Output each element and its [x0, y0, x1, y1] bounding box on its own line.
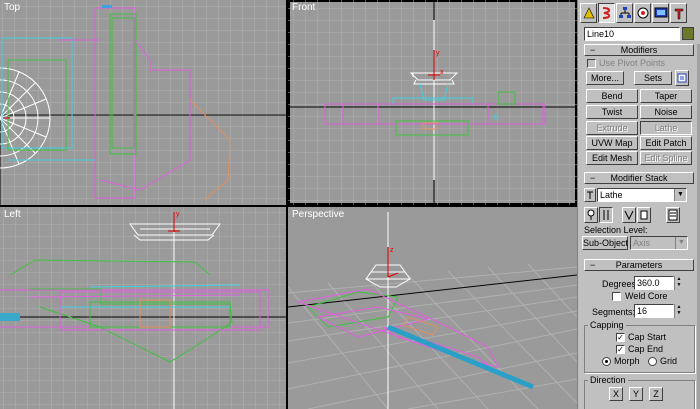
- selection-level-label: Selection Level:: [584, 225, 648, 235]
- segments-spinner[interactable]: ▲ ▼: [674, 304, 683, 318]
- viewport-perspective-grid: z: [288, 212, 577, 409]
- taper-button[interactable]: Taper: [640, 89, 692, 103]
- chevron-down-icon: ▼: [675, 237, 687, 249]
- lathe-button[interactable]: Lathe: [640, 121, 692, 135]
- direction-label: Direction: [588, 375, 628, 385]
- viewport-perspective-label[interactable]: Perspective: [292, 209, 344, 220]
- viewport-front-label[interactable]: Front: [292, 2, 315, 13]
- segments-label: Segments:: [592, 307, 636, 317]
- motion-tab-icon[interactable]: [634, 3, 651, 23]
- noise-button[interactable]: Noise: [640, 105, 692, 119]
- grid-radio[interactable]: [648, 357, 657, 366]
- edit-patch-button[interactable]: Edit Patch: [640, 136, 692, 150]
- show-end-result-icon[interactable]: [599, 207, 613, 223]
- segments-field[interactable]: 16: [634, 304, 674, 318]
- svg-text:x: x: [440, 69, 444, 76]
- more-button[interactable]: More...: [586, 71, 624, 85]
- make-unique-icon[interactable]: [622, 207, 636, 223]
- cap-end-checkbox[interactable]: ✓: [616, 345, 625, 354]
- cap-start-label: Cap Start: [628, 332, 667, 342]
- remove-modifier-icon[interactable]: [637, 207, 651, 223]
- uvw-map-button[interactable]: UVW Map: [586, 136, 638, 150]
- create-tab-icon[interactable]: [580, 3, 597, 23]
- viewport-perspective[interactable]: Perspective z: [288, 207, 577, 409]
- morph-label: Morph: [614, 356, 640, 366]
- modifier-stack-title: Modifier Stack: [610, 173, 668, 183]
- sub-object-level-dropdown[interactable]: Axis ▼: [630, 236, 688, 250]
- svg-text:y: y: [176, 211, 180, 218]
- viewport-front-grid: y x: [288, 0, 577, 205]
- direction-z-button[interactable]: Z: [649, 387, 663, 401]
- pin-stack-icon[interactable]: [584, 188, 596, 202]
- sets-button[interactable]: Sets: [634, 71, 672, 85]
- grid-label: Grid: [660, 356, 678, 366]
- configure-sets-icon[interactable]: [675, 70, 689, 86]
- display-tab-icon[interactable]: [652, 3, 669, 23]
- capping-label: Capping: [588, 320, 626, 330]
- degrees-spinner[interactable]: ▲ ▼: [674, 276, 683, 290]
- object-name-field[interactable]: Line10: [584, 27, 680, 41]
- edit-stack-icon[interactable]: [666, 207, 680, 223]
- svg-text:y: y: [436, 50, 440, 57]
- parameters-rollout-header[interactable]: − Parameters: [584, 259, 694, 271]
- degrees-field[interactable]: 360.0: [634, 276, 674, 290]
- direction-y-button[interactable]: Y: [629, 387, 643, 401]
- object-color-swatch[interactable]: [682, 27, 694, 40]
- twist-button[interactable]: Twist: [586, 105, 638, 119]
- viewport-divider-h[interactable]: [0, 205, 577, 207]
- edit-mesh-button[interactable]: Edit Mesh: [586, 151, 638, 165]
- bend-button[interactable]: Bend: [586, 89, 638, 103]
- sub-object-level-value: Axis: [633, 238, 651, 248]
- command-panel: Line10 − Modifiers Use Pivot Points More.…: [577, 0, 700, 409]
- modifiers-rollout-header[interactable]: − Modifiers: [584, 44, 694, 56]
- parameters-title: Parameters: [615, 260, 663, 270]
- weld-core-label: Weld Core: [625, 291, 668, 301]
- viewport-left-label[interactable]: Left: [4, 209, 21, 220]
- morph-radio[interactable]: [602, 357, 611, 366]
- modifier-stack-rollout-header[interactable]: − Modifier Stack: [584, 172, 694, 184]
- viewport-left[interactable]: Left y: [0, 207, 286, 409]
- hierarchy-tab-icon[interactable]: [616, 3, 633, 23]
- svg-text:z: z: [390, 247, 394, 254]
- sub-object-button[interactable]: Sub-Object: [582, 236, 628, 250]
- viewport-top[interactable]: Top: [0, 0, 286, 205]
- active-inactive-toggle-icon[interactable]: [584, 207, 598, 223]
- viewport-top-label[interactable]: Top: [4, 2, 20, 13]
- weld-core-checkbox[interactable]: [612, 292, 621, 301]
- modifier-stack-current: Lathe: [600, 190, 623, 200]
- utilities-tab-icon[interactable]: [670, 3, 687, 23]
- edit-spline-button[interactable]: Edit Spline: [640, 151, 692, 165]
- direction-x-button[interactable]: X: [609, 387, 623, 401]
- modifiers-rollout-title: Modifiers: [620, 45, 658, 55]
- viewport-top-grid: [0, 0, 286, 205]
- modifier-stack-dropdown[interactable]: Lathe ▼: [597, 188, 687, 202]
- modify-tab-icon[interactable]: [598, 3, 615, 23]
- cap-end-label: Cap End: [628, 344, 664, 354]
- extrude-button[interactable]: Extrude: [586, 121, 638, 135]
- use-pivot-points-checkbox[interactable]: [587, 59, 596, 68]
- viewport-front[interactable]: Front y x: [288, 0, 577, 205]
- use-pivot-points-label: Use Pivot Points: [599, 58, 666, 68]
- cap-start-checkbox[interactable]: ✓: [616, 333, 625, 342]
- chevron-down-icon: ▼: [674, 189, 686, 201]
- viewport-left-grid: y: [0, 207, 286, 409]
